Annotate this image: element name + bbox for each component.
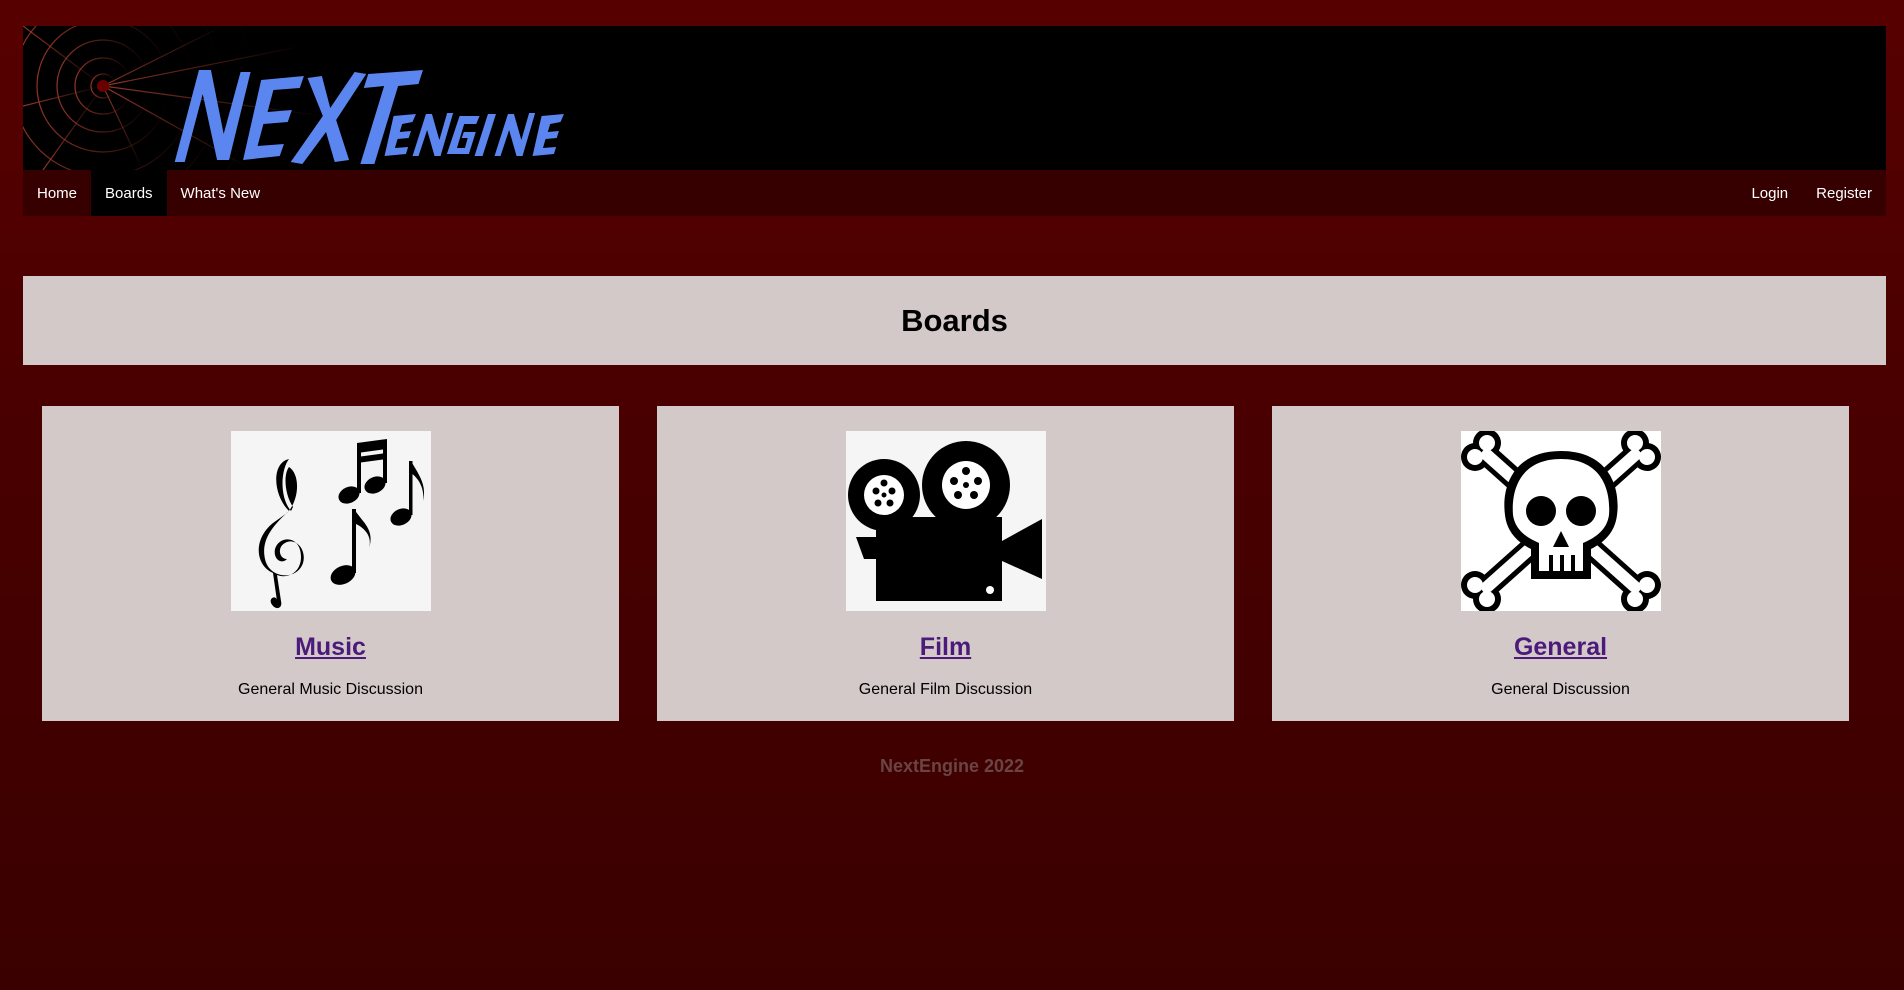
nav-right-group: Login Register xyxy=(1737,170,1886,216)
nav-login-link[interactable]: Login xyxy=(1737,170,1802,216)
board-card-general: General General Discussion xyxy=(1272,406,1849,721)
site-banner xyxy=(23,26,1886,170)
page-title-panel: Boards xyxy=(23,276,1886,365)
board-title-film: Film xyxy=(657,633,1234,662)
board-description-film: General Film Discussion xyxy=(858,681,1033,698)
nav-home-link[interactable]: Home xyxy=(23,170,91,216)
board-link-music[interactable]: Music xyxy=(295,633,366,661)
skull-crossbones-icon[interactable] xyxy=(1461,431,1661,611)
board-link-general[interactable]: General xyxy=(1514,633,1607,661)
nav-whats-new-link[interactable]: What's New xyxy=(167,170,275,216)
site-footer: NextEngine 2022 xyxy=(879,756,1025,776)
board-title-music: Music xyxy=(42,633,619,662)
board-link-film[interactable]: Film xyxy=(920,633,971,661)
nav-left-group: Home Boards What's New xyxy=(23,170,274,216)
spider-web-logo-icon xyxy=(23,26,564,170)
board-description-general: General Discussion xyxy=(1491,681,1630,698)
music-notes-icon[interactable] xyxy=(231,431,431,611)
board-card-film: Film General Film Discussion xyxy=(657,406,1234,721)
board-title-general: General xyxy=(1272,633,1849,662)
film-camera-icon[interactable] xyxy=(846,431,1046,611)
board-description-music: General Music Discussion xyxy=(238,681,423,698)
nav-boards-link[interactable]: Boards xyxy=(91,170,167,216)
page-title: Boards xyxy=(901,302,1008,338)
nav-register-link[interactable]: Register xyxy=(1802,170,1886,216)
board-card-music: Music General Music Discussion xyxy=(42,406,619,721)
main-navbar: Home Boards What's New Login Register xyxy=(23,170,1886,216)
